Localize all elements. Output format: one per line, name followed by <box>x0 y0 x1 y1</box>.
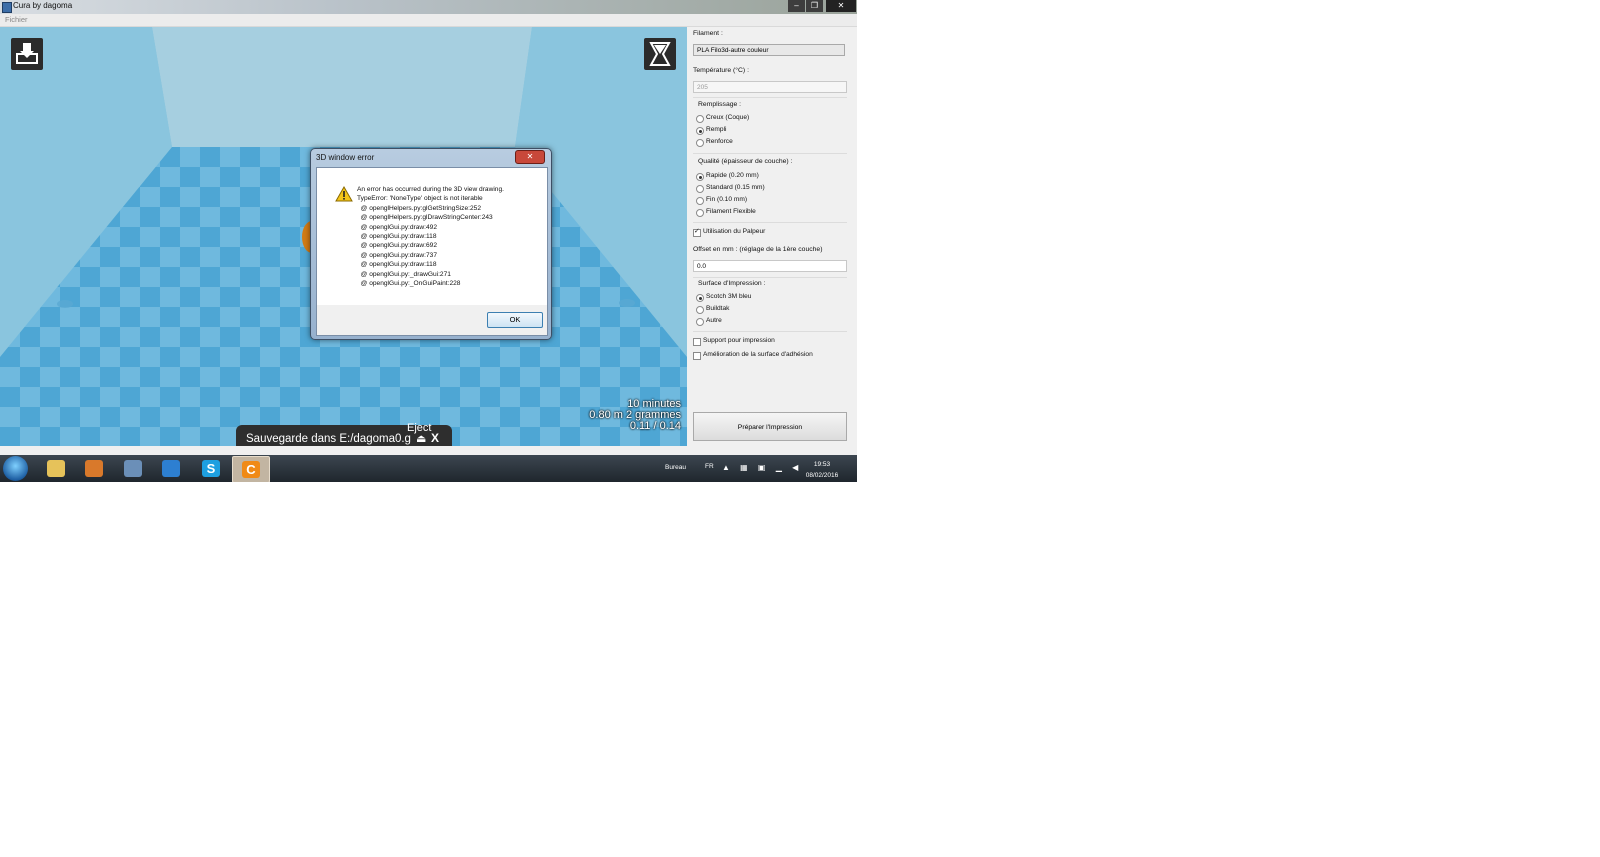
option-label: Standard (0.15 mm) <box>706 184 765 191</box>
filament-select[interactable]: PLA Filo3d-autre couleur <box>693 44 845 56</box>
menu-fichier[interactable]: Fichier <box>5 15 28 24</box>
load-model-icon <box>16 43 38 64</box>
start-button[interactable] <box>3 456 28 481</box>
close-icon[interactable]: X <box>431 431 439 445</box>
radio-button[interactable] <box>696 115 704 123</box>
clock-date: 08/02/2016 <box>805 472 839 479</box>
close-window-button[interactable]: ✕ <box>826 0 856 12</box>
option-label: Autre <box>706 317 722 324</box>
tray-clock[interactable]: 19:53 08/02/2016 <box>804 459 840 481</box>
dialog-body: An error has occurred during the 3D view… <box>316 167 548 336</box>
divider <box>693 222 847 223</box>
option-label: Rapide (0.20 mm) <box>706 172 759 179</box>
error-message: An error has occurred during the 3D view… <box>357 186 504 288</box>
quality-label: Qualité (épaisseur de couche) : <box>698 158 793 165</box>
internet-explorer-icon <box>162 460 180 477</box>
eject-icon[interactable]: ⏏ <box>416 432 426 445</box>
paint-icon <box>124 460 142 477</box>
taskbar-cura[interactable]: C <box>232 456 270 482</box>
skype-icon: S <box>202 460 220 477</box>
radio-button[interactable] <box>696 197 704 205</box>
option-label: Rempli <box>706 126 727 133</box>
tray-icons[interactable]: ▲ ▦ ▣ ▁ ◀ <box>722 463 802 472</box>
print-estimate: 10 minutes 0.80 m 2 grammes 0.11 / 0.14 <box>589 399 681 432</box>
ok-button[interactable]: OK <box>487 312 543 328</box>
divider <box>693 277 847 278</box>
probe-label: Utilisation du Palpeur <box>703 228 766 235</box>
adhesion-label: Amélioration de la surface d'adhésion <box>703 351 813 358</box>
radio-button-selected[interactable] <box>696 173 704 181</box>
divider <box>693 153 847 154</box>
adhesion-checkbox[interactable] <box>693 352 701 360</box>
taskbar-explorer[interactable] <box>38 456 74 481</box>
option-label: Creux (Coque) <box>706 114 750 121</box>
radio-button-selected[interactable] <box>696 294 704 302</box>
taskbar-media-player[interactable] <box>76 456 112 481</box>
print-cost: 0.11 / 0.14 <box>629 420 681 432</box>
error-dialog: 3D window error ✕ An error has occurred … <box>310 148 552 340</box>
radio-button[interactable] <box>696 185 704 193</box>
divider <box>693 331 847 332</box>
taskbar-skype[interactable]: S <box>193 456 229 481</box>
offset-input[interactable]: 0.0 <box>693 260 847 272</box>
support-label: Support pour impression <box>703 337 775 344</box>
option-label: Fin (0.10 mm) <box>706 196 748 203</box>
radio-button[interactable] <box>696 306 704 314</box>
temperature-label: Température (°C) : <box>693 67 749 74</box>
dialog-title: 3D window error <box>316 153 375 162</box>
filament-label: Filament : <box>693 30 723 37</box>
surface-label: Surface d'Impression : <box>698 280 766 287</box>
clock-time: 19:53 <box>813 461 831 468</box>
taskbar-paint[interactable] <box>115 456 151 481</box>
infill-label: Remplissage : <box>698 101 742 108</box>
menu-bar: Fichier <box>0 14 857 27</box>
radio-button[interactable] <box>696 209 704 217</box>
option-label: Filament Flexible <box>706 208 756 215</box>
option-label: Scotch 3M bleu <box>706 293 752 300</box>
save-to-sd-bar[interactable]: Sauvegarde dans E:/dagoma0.g Eject ⏏ X <box>236 422 452 446</box>
windows-taskbar: S C Bureau FR ▲ ▦ ▣ ▁ ◀ 19:53 08/02/2016 <box>0 455 857 482</box>
desktop-screen: Cura by dagoma – ❐ ✕ Fichier 10 minutes … <box>0 0 857 482</box>
cura-app-icon <box>2 2 12 13</box>
folder-icon <box>47 460 65 477</box>
warning-icon <box>335 186 353 202</box>
tray-language[interactable]: FR <box>705 463 714 470</box>
view-mode-button[interactable] <box>644 38 676 70</box>
temperature-input[interactable]: 205 <box>693 81 847 93</box>
option-label: Buildtak <box>706 305 730 312</box>
support-checkbox[interactable] <box>693 338 701 346</box>
offset-label: Offset en mm : (réglage de la 1ère couch… <box>693 246 823 253</box>
settings-panel: Filament : PLA Filo3d-autre couleur Temp… <box>687 27 857 446</box>
prepare-print-button[interactable]: Préparer l'Impression <box>693 412 847 441</box>
dialog-content: An error has occurred during the 3D view… <box>317 168 547 305</box>
maximize-button[interactable]: ❐ <box>806 0 823 12</box>
option-label: Renforce <box>706 138 733 145</box>
cura-icon: C <box>242 461 260 478</box>
window-title: Cura by dagoma <box>13 1 73 10</box>
probe-checkbox[interactable] <box>693 227 701 237</box>
view-mode-icon <box>649 42 671 66</box>
dialog-close-button[interactable]: ✕ <box>515 150 545 164</box>
save-path-text: Sauvegarde dans E:/dagoma0.g <box>246 433 411 445</box>
window-titlebar: Cura by dagoma – ❐ ✕ <box>0 0 857 14</box>
divider <box>693 97 847 98</box>
radio-button[interactable] <box>696 139 704 147</box>
load-model-button[interactable] <box>11 38 43 70</box>
radio-button-selected[interactable] <box>696 127 704 135</box>
radio-button[interactable] <box>696 318 704 326</box>
tray-bureau-label[interactable]: Bureau <box>665 464 686 471</box>
minimize-button[interactable]: – <box>788 0 805 12</box>
taskbar-ie[interactable] <box>153 456 189 481</box>
media-player-icon <box>85 460 103 477</box>
